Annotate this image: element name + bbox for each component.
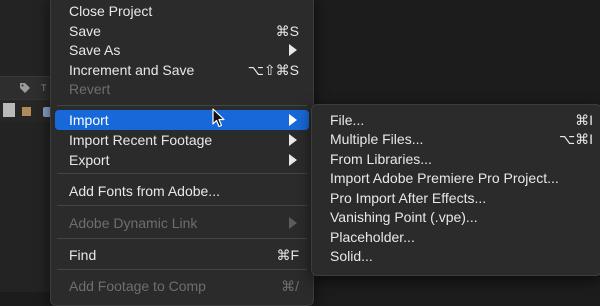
menu-item-label: Revert [69,81,111,97]
submenu-item-multiple-files[interactable]: Multiple Files... ⌥⌘I [312,129,600,149]
menu-item-import-recent-footage[interactable]: Import Recent Footage [51,130,313,150]
menu-item-label: Export [69,152,110,168]
menu-item-label: Adobe Dynamic Link [69,215,198,231]
menu-item-export[interactable]: Export [51,150,313,170]
tag-icon[interactable] [20,83,30,93]
menu-item-save-as[interactable]: Save As [51,40,313,60]
submenu-arrow-icon [289,134,297,146]
menu-item-label: Import Recent Footage [69,132,213,148]
menu-item-close-project[interactable]: Close Project [51,1,313,21]
submenu-item-label: Pro Import After Effects... [330,190,487,206]
submenu-item-label: Import Adobe Premiere Pro Project... [330,170,559,186]
menu-item-label: Find [69,247,97,263]
menu-item-label: Save As [69,42,121,58]
menu-item-increment-and-save[interactable]: Increment and Save ⌥⇧⌘S [51,60,313,80]
submenu-item-shortcut: ⌥⌘I [558,131,593,147]
submenu-item-label: Placeholder... [330,229,415,245]
submenu-item-vanishing-point[interactable]: Vanishing Point (.vpe)... [312,207,600,227]
submenu-arrow-icon [289,154,297,166]
submenu-item-import-premiere-pro-project[interactable]: Import Adobe Premiere Pro Project... [312,168,600,188]
menu-separator [57,105,307,106]
menu-item-add-fonts-from-adobe[interactable]: Add Fonts from Adobe... [51,181,313,201]
submenu-item-label: From Libraries... [330,151,432,167]
submenu-item-pro-import-after-effects[interactable]: Pro Import After Effects... [312,188,600,208]
submenu-item-placeholder[interactable]: Placeholder... [312,227,600,247]
submenu-item-label: File... [330,112,365,128]
submenu-item-file[interactable]: File... ⌘I [312,110,600,130]
submenu-item-solid[interactable]: Solid... [312,246,600,266]
menu-item-save[interactable]: Save ⌘S [51,21,313,41]
menu-item-label: Add Fonts from Adobe... [69,183,220,199]
menu-item-revert: Revert [51,79,313,99]
menu-separator [57,269,307,270]
menu-item-label: Close Project [69,3,153,19]
menu-item-shortcut: ⌘/ [281,278,299,294]
menu-item-shortcut: ⌥⇧⌘S [247,62,299,78]
menu-item-adobe-dynamic-link: Adobe Dynamic Link [51,213,313,233]
menu-item-label: Import [69,112,109,128]
submenu-item-label: Vanishing Point (.vpe)... [330,209,478,225]
menu-separator [57,238,307,239]
menu-item-import[interactable]: Import [55,110,309,130]
submenu-item-label: Multiple Files... [330,131,424,147]
submenu-arrow-icon [289,114,297,126]
mouse-cursor-icon [212,108,226,128]
label-color-swatch[interactable] [22,107,31,116]
menu-item-shortcut: ⌘F [276,247,299,263]
menu-item-label: Increment and Save [69,62,195,78]
menu-item-find[interactable]: Find ⌘F [51,245,313,265]
submenu-item-label: Solid... [330,248,373,264]
submenu-arrow-icon [289,44,297,56]
row-thumbnail [3,103,15,117]
menu-item-shortcut: ⌘S [275,23,299,39]
submenu-item-shortcut: ⌘I [575,112,593,128]
file-menu: Close Project Save ⌘S Save As Increment … [50,0,314,306]
menu-separator [57,173,307,174]
submenu-item-from-libraries[interactable]: From Libraries... [312,149,600,169]
import-submenu: File... ⌘I Multiple Files... ⌥⌘I From Li… [311,104,600,276]
app-background [0,0,52,292]
menu-item-add-footage-to-comp: Add Footage to Comp ⌘/ [51,276,313,296]
menu-separator [57,205,307,206]
submenu-arrow-icon [289,217,297,229]
menu-item-label: Save [69,23,101,39]
